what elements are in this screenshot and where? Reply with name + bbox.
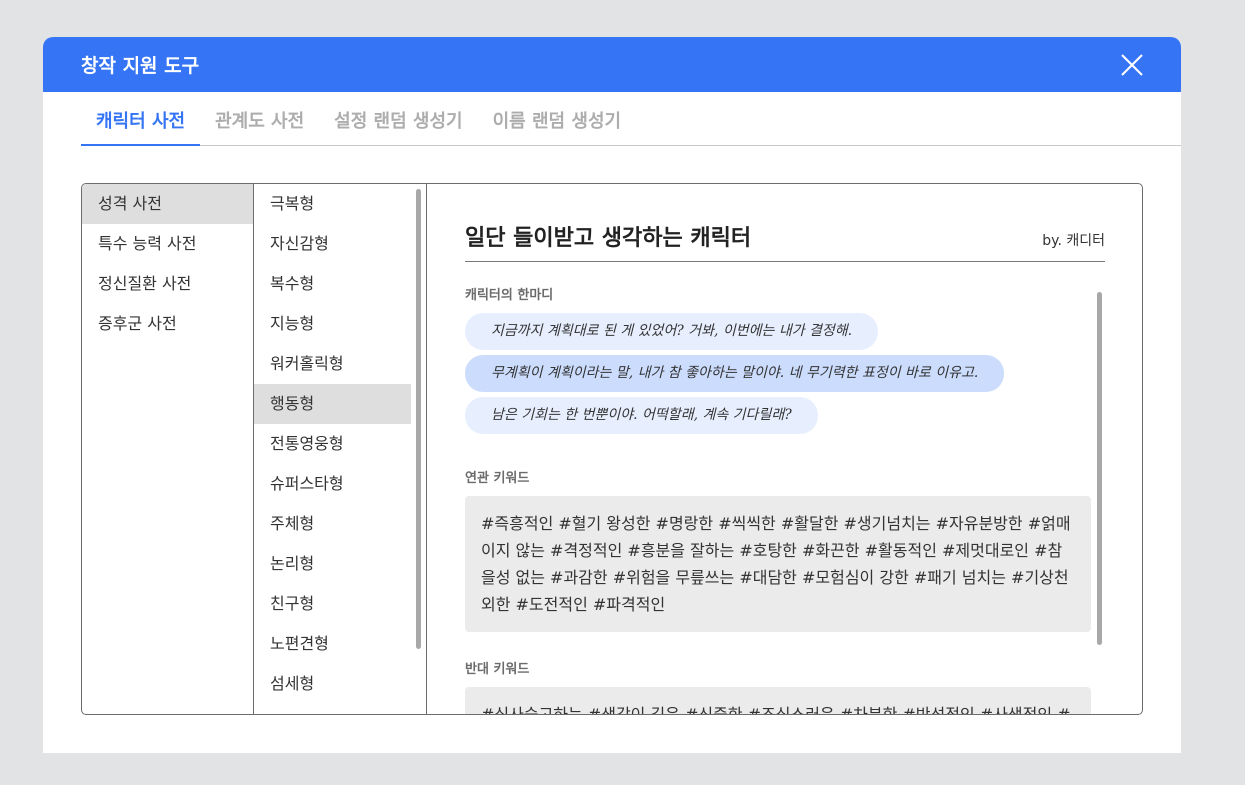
type-item[interactable]: 워커홀릭형 (254, 344, 411, 384)
tab-character-dictionary[interactable]: 캐릭터 사전 (81, 107, 201, 146)
quote-bubble: 무계획이 계획이라는 말, 내가 참 좋아하는 말이야. 네 무기력한 표정이 … (465, 355, 1005, 392)
type-item[interactable]: 복수형 (254, 264, 411, 304)
tab-relationship-dictionary[interactable]: 관계도 사전 (200, 107, 319, 145)
type-item[interactable]: 친구형 (254, 584, 411, 624)
opposite-keywords-box: #심사숙고하는 #생각이 깊은 #신중한 #조심스러운 #차분한 #반성적인 #… (465, 687, 1091, 714)
type-item[interactable]: 논리형 (254, 544, 411, 584)
type-item[interactable]: 전통영웅형 (254, 424, 411, 464)
category-item-special-ability[interactable]: 특수 능력 사전 (82, 224, 253, 264)
type-item[interactable]: 슈퍼스타형 (254, 464, 411, 504)
detail-title: 일단 들이받고 생각하는 캐릭터 (465, 226, 752, 251)
dictionary-panel: 성격 사전 특수 능력 사전 정신질환 사전 증후군 사전 극복형 자신감형 복… (81, 183, 1143, 715)
type-item[interactable]: 섬세형 (254, 664, 411, 704)
category-item-syndrome[interactable]: 증후군 사전 (82, 304, 253, 344)
app-window: 창작 지원 도구 캐릭터 사전 관계도 사전 설정 랜덤 생성기 이름 랜덤 생… (43, 37, 1181, 753)
type-item[interactable]: 지능형 (254, 304, 411, 344)
quote-bubble: 남은 기회는 한 번뿐이야. 어떡할래, 계속 기다릴래? (465, 397, 818, 434)
detail-author: by. 캐디터 (1042, 233, 1105, 249)
divider (465, 261, 1105, 262)
close-button[interactable] (1119, 52, 1145, 78)
type-item[interactable]: 노편견형 (254, 624, 411, 664)
title-bar: 창작 지원 도구 (43, 37, 1181, 92)
quote-bubbles: 지금까지 계획대로 된 게 있었어? 거봐, 이번에는 내가 결정해. 무계획이… (465, 313, 1091, 439)
detail-header: 일단 들이받고 생각하는 캐릭터 by. 캐디터 (465, 220, 1105, 252)
tab-name-generator[interactable]: 이름 랜덤 생성기 (478, 107, 636, 145)
close-icon (1121, 53, 1143, 76)
type-item[interactable]: 주체형 (254, 504, 411, 544)
detail-scrollbar[interactable] (1097, 292, 1102, 645)
category-item-personality[interactable]: 성격 사전 (82, 184, 253, 224)
related-keywords-label: 연관 키워드 (465, 471, 530, 486)
type-item[interactable]: 자신감형 (254, 224, 411, 264)
window-title: 창작 지원 도구 (81, 55, 200, 77)
tab-bar: 캐릭터 사전 관계도 사전 설정 랜덤 생성기 이름 랜덤 생성기 (81, 92, 1181, 146)
type-list: 극복형 자신감형 복수형 지능형 워커홀릭형 행동형 전통영웅형 슈퍼스타형 주… (254, 184, 427, 714)
quote-bubble: 지금까지 계획대로 된 게 있었어? 거봐, 이번에는 내가 결정해. (465, 313, 879, 350)
quotes-label: 캐릭터의 한마디 (465, 288, 554, 303)
category-item-mental-illness[interactable]: 정신질환 사전 (82, 264, 253, 304)
related-keywords-box: #즉흥적인 #혈기 왕성한 #명랑한 #씩씩한 #활달한 #생기넘치는 #자유분… (465, 496, 1091, 632)
type-list-scrollbar[interactable] (416, 189, 421, 649)
detail-view: 일단 들이받고 생각하는 캐릭터 by. 캐디터 캐릭터의 한마디 지금까지 계… (427, 184, 1142, 714)
type-item[interactable]: 극복형 (254, 184, 411, 224)
category-list: 성격 사전 특수 능력 사전 정신질환 사전 증후군 사전 (82, 184, 254, 714)
tab-setting-generator[interactable]: 설정 랜덤 생성기 (319, 107, 477, 145)
type-item-selected[interactable]: 행동형 (254, 384, 411, 424)
opposite-keywords-label: 반대 키워드 (465, 662, 530, 677)
detail-content: 캐릭터의 한마디 지금까지 계획대로 된 게 있었어? 거봐, 이번에는 내가 … (465, 284, 1091, 714)
